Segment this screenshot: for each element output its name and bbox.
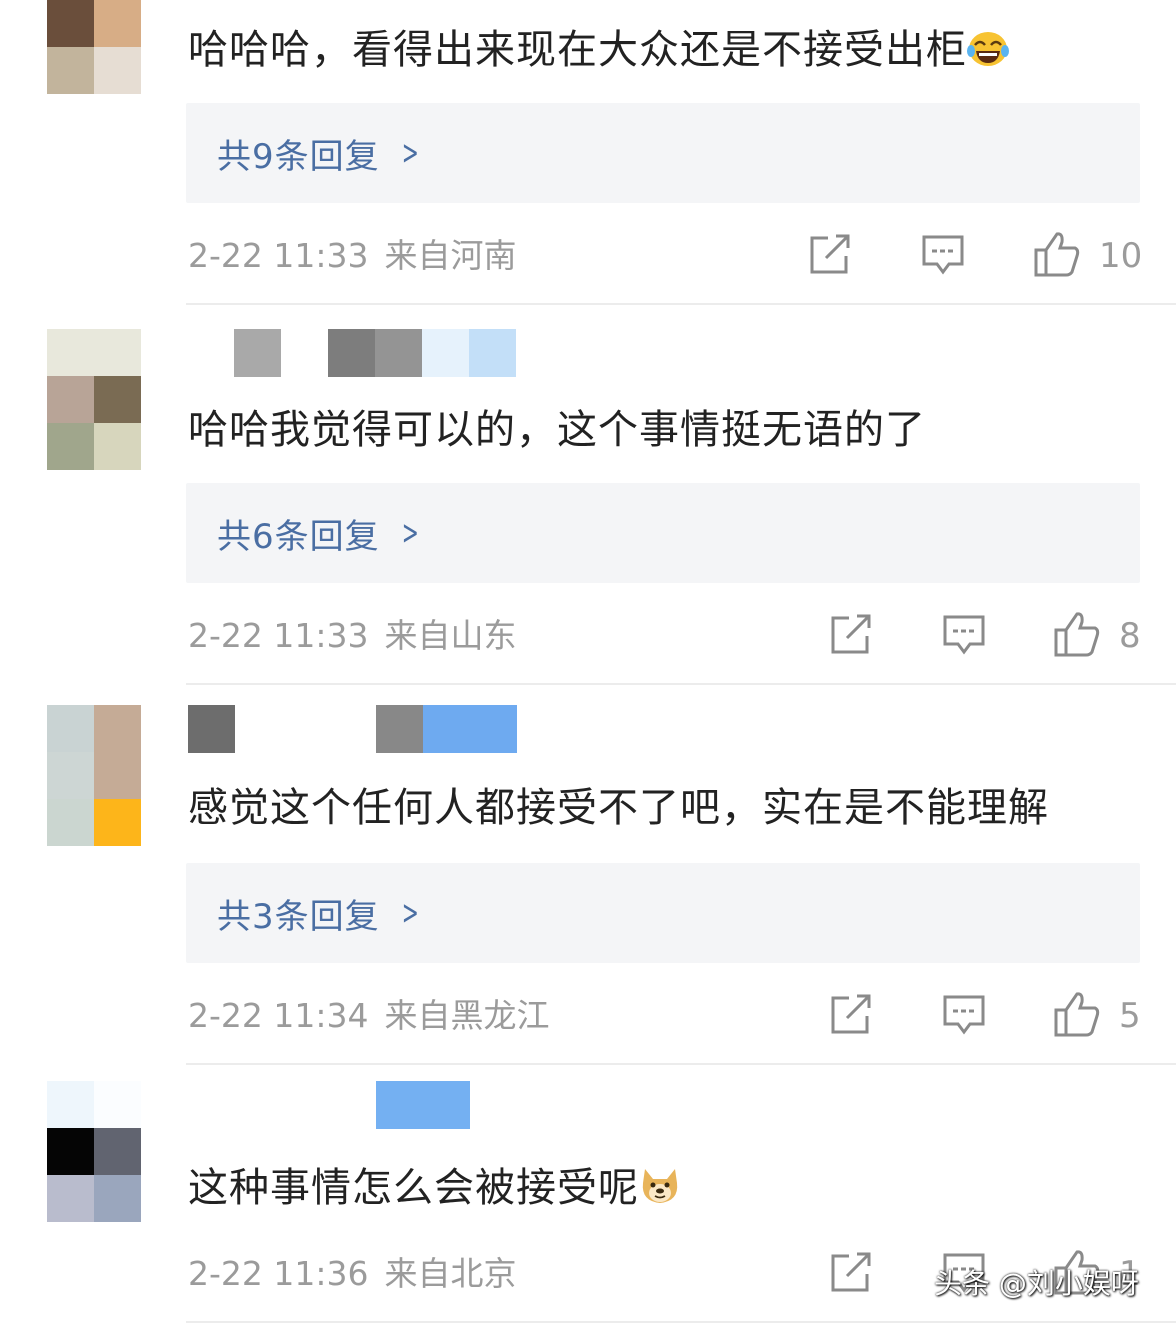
reply-comment-icon[interactable] bbox=[942, 994, 986, 1040]
comment-text-content: 哈哈哈，看得出来现在大众还是不接受出柜 bbox=[188, 27, 967, 73]
avatar[interactable] bbox=[47, 1081, 141, 1222]
reply-comment-icon[interactable] bbox=[921, 234, 965, 280]
comment-text: 哈哈哈，看得出来现在大众还是不接受出柜 bbox=[188, 20, 1009, 86]
comment-text-content: 这种事情怎么会被接受呢 bbox=[188, 1165, 639, 1211]
comment-meta: 2-22 11:33 来自河南 bbox=[188, 231, 517, 281]
username-blurred[interactable] bbox=[188, 1081, 470, 1129]
avatar[interactable] bbox=[47, 329, 141, 470]
reply-count-label: 共6条回复 bbox=[217, 516, 380, 557]
thumbs-up-icon[interactable] bbox=[1053, 990, 1101, 1042]
reply-count-button[interactable]: 共9条回复 > bbox=[186, 103, 1140, 203]
laughing-crying-emoji bbox=[967, 26, 1009, 86]
thumbs-up-icon[interactable] bbox=[1033, 230, 1081, 282]
reply-count-label: 共9条回复 bbox=[217, 136, 380, 177]
comment-text: 这种事情怎么会被接受呢 bbox=[188, 1158, 681, 1224]
comment-time: 2-22 11:36 bbox=[188, 1254, 369, 1293]
divider bbox=[186, 683, 1176, 685]
share-icon[interactable] bbox=[808, 234, 852, 280]
like-count: 8 bbox=[1119, 616, 1141, 656]
avatar[interactable] bbox=[47, 0, 141, 94]
reply-count-label: 共3条回复 bbox=[217, 896, 380, 937]
divider bbox=[186, 1063, 1176, 1065]
comment-meta: 2-22 11:33 来自山东 bbox=[188, 611, 517, 661]
avatar[interactable] bbox=[47, 705, 141, 846]
reply-comment-icon[interactable] bbox=[942, 614, 986, 660]
comment-text: 哈哈我觉得可以的，这个事情挺无语的了 bbox=[188, 407, 926, 453]
like-count: 10 bbox=[1099, 236, 1143, 276]
chevron-right-icon: > bbox=[401, 133, 419, 173]
username-blurred[interactable] bbox=[188, 705, 517, 753]
share-icon[interactable] bbox=[829, 1252, 873, 1298]
thumbs-up-icon[interactable] bbox=[1053, 610, 1101, 662]
share-icon[interactable] bbox=[829, 994, 873, 1040]
chevron-right-icon: > bbox=[401, 513, 419, 553]
comment-text: 感觉这个任何人都接受不了吧，实在是不能理解 bbox=[188, 785, 1049, 831]
comment-location: 来自黑龙江 bbox=[384, 996, 550, 1035]
comment-meta: 2-22 11:36 来自北京 bbox=[188, 1249, 517, 1299]
like-count: 5 bbox=[1119, 996, 1141, 1036]
doge-emoji bbox=[639, 1164, 681, 1224]
share-icon[interactable] bbox=[829, 614, 873, 660]
divider bbox=[186, 1321, 1176, 1323]
comment-meta: 2-22 11:34 来自黑龙江 bbox=[188, 991, 550, 1041]
comment-location: 来自北京 bbox=[384, 1254, 517, 1293]
comment-time: 2-22 11:33 bbox=[188, 236, 369, 275]
divider bbox=[186, 303, 1176, 305]
username-blurred[interactable] bbox=[188, 329, 516, 377]
comment-location: 来自河南 bbox=[384, 236, 517, 275]
chevron-right-icon: > bbox=[401, 893, 419, 933]
reply-count-button[interactable]: 共6条回复 > bbox=[186, 483, 1140, 583]
comment-location: 来自山东 bbox=[384, 616, 517, 655]
comment-time: 2-22 11:34 bbox=[188, 996, 369, 1035]
comment-time: 2-22 11:33 bbox=[188, 616, 369, 655]
watermark: 头条 @刘小娱呀 bbox=[934, 1267, 1139, 1300]
reply-count-button[interactable]: 共3条回复 > bbox=[186, 863, 1140, 963]
